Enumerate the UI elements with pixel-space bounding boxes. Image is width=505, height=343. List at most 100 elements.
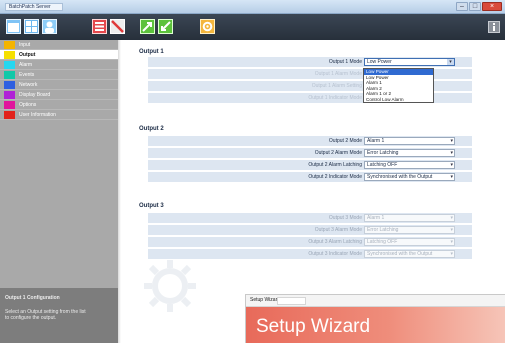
chevron-down-icon: ▾ [450,174,453,180]
chevron-down-icon: ▾ [450,227,453,233]
setup-wizard-tab[interactable] [277,297,306,305]
events-icon [4,71,15,79]
field-label: Output 1 Mode [328,59,362,65]
sidebar-item-user-information[interactable]: User Information [0,110,118,120]
output-3-alarm-latching-select: Latching OFF ▾ [364,238,455,246]
panel-shadow [118,40,121,343]
setup-wizard-window[interactable]: Setup Wizard Setup Wizard [245,294,505,343]
output-2-indicator-mode-row: Output 2 Indicator Mode Synchronised wit… [148,172,472,182]
field-label: Output 2 Indicator Mode [308,174,362,180]
output-1-mode-row: Output 1 Mode Low Power ▾ [148,57,472,67]
field-label: Output 1 Alarm Mode [314,71,362,77]
cancel-icon[interactable] [110,19,125,34]
sidebar-item-display-board[interactable]: Display Board [0,90,118,100]
help-panel: Output 1 Configuration Select an Output … [0,288,118,343]
display-board-icon [4,91,15,99]
dropdown-option[interactable]: Control Low Alarm [364,97,433,103]
network-icon [4,81,15,89]
field-label: Output 1 Indicator Mode [308,95,362,101]
output-3-indicator-mode-select: Synchronised with the Output ▾ [364,250,455,258]
output-2-alarm-mode-row: Output 2 Alarm Mode Error Latching ▾ [148,148,472,158]
output-2-indicator-mode-select[interactable]: Synchronised with the Output ▾ [364,173,455,181]
chevron-down-icon: ▾ [450,138,453,144]
export-icon[interactable] [140,19,155,34]
setup-wizard-title: Setup Wizard [250,297,281,303]
field-label: Output 2 Mode [328,138,362,144]
output-icon [4,51,15,59]
output-3-title: Output 3 [139,203,164,209]
sidebar-item-label: Display Board [19,92,51,98]
options-icon [4,101,15,109]
gear-watermark-icon [142,258,198,314]
close-button[interactable]: × [482,2,502,11]
select-value: Error Latching [367,227,399,233]
output-2-mode-select[interactable]: Alarm 1 ▾ [364,137,455,145]
output-2-alarm-mode-select[interactable]: Error Latching ▾ [364,149,455,157]
help-heading: Output 1 Configuration [5,295,60,301]
output-3-mode-row: Output 3 Mode Alarm 1 ▾ [148,213,472,223]
select-value: Synchronised with the Output [367,174,433,180]
field-label: Output 2 Alarm Latching [308,162,362,168]
window-icon[interactable] [6,19,21,34]
list-icon[interactable] [92,19,107,34]
sidebar-item-label: Network [19,82,38,88]
sidebar-item-label: Options [19,102,37,108]
field-label: Output 1 Alarm Setting [311,83,362,89]
select-value: Latching OFF [367,239,398,245]
select-value: Alarm 1 [367,138,385,144]
alarm-icon [4,61,15,69]
minimize-button[interactable]: – [456,2,468,11]
sidebar-item-label: Input [19,42,31,48]
field-label: Output 3 Alarm Mode [314,227,362,233]
chevron-down-icon: ▾ [447,59,454,65]
user-icon[interactable] [42,19,57,34]
output-2-alarm-latching-row: Output 2 Alarm Latching Latching OFF ▾ [148,160,472,170]
select-value: Error Latching [367,150,399,156]
output-3-alarm-mode-select: Error Latching ▾ [364,226,455,234]
output-1-mode-select[interactable]: Low Power ▾ [364,58,455,66]
sidebar-item-events[interactable]: Events [0,70,118,80]
output-1-title: Output 1 [139,49,164,55]
output-2-mode-row: Output 2 Mode Alarm 1 ▾ [148,136,472,146]
info-icon[interactable] [488,21,500,33]
setup-wizard-titlebar[interactable]: Setup Wizard [246,295,505,307]
user-information-icon [4,111,15,119]
select-value: Alarm 1 [367,215,385,221]
help-line: to configure the output. [5,315,57,321]
title-bar: BatchPatch Server – □ × [0,0,505,14]
setup-wizard-banner: Setup Wizard [246,307,505,343]
output-2-alarm-latching-select[interactable]: Latching OFF ▾ [364,161,455,169]
chevron-down-icon: ▾ [450,162,453,168]
chevron-down-icon: ▾ [450,215,453,221]
sidebar-item-label: Alarm [19,62,33,68]
chevron-down-icon: ▾ [450,150,453,156]
select-value: Latching OFF [367,162,398,168]
output-3-mode-select: Alarm 1 ▾ [364,214,455,222]
output-3-alarm-latching-row: Output 3 Alarm Latching Latching OFF ▾ [148,237,472,247]
sidebar: Input Output Alarm Events Network Displa… [0,40,118,343]
setup-wizard-heading: Setup Wizard [256,316,371,337]
sidebar-item-options[interactable]: Options [0,100,118,110]
chevron-down-icon: ▾ [450,251,453,257]
chevron-down-icon: ▾ [450,239,453,245]
sidebar-item-label: Events [19,72,35,78]
sidebar-item-input[interactable]: Input [0,40,118,50]
sidebar-item-network[interactable]: Network [0,80,118,90]
maximize-button[interactable]: □ [469,2,481,11]
field-label: Output 2 Alarm Mode [314,150,362,156]
sidebar-item-output[interactable]: Output [0,50,118,60]
sidebar-item-alarm[interactable]: Alarm [0,60,118,70]
gear-icon[interactable] [200,19,215,34]
sidebar-item-label: Output [19,52,36,58]
select-value: Low Power [367,59,392,65]
field-label: Output 3 Mode [328,215,362,221]
output-1-mode-dropdown: Low Power Low Power Alarm 1 Alarm 2 Alar… [363,68,434,103]
window-controls: – □ × [456,2,502,11]
import-icon[interactable] [158,19,173,34]
grid-icon[interactable] [24,19,39,34]
toolbar [0,14,505,40]
window-title: BatchPatch Server [5,3,63,11]
input-icon [4,41,15,49]
field-label: Output 3 Alarm Latching [308,239,362,245]
output-3-alarm-mode-row: Output 3 Alarm Mode Error Latching ▾ [148,225,472,235]
